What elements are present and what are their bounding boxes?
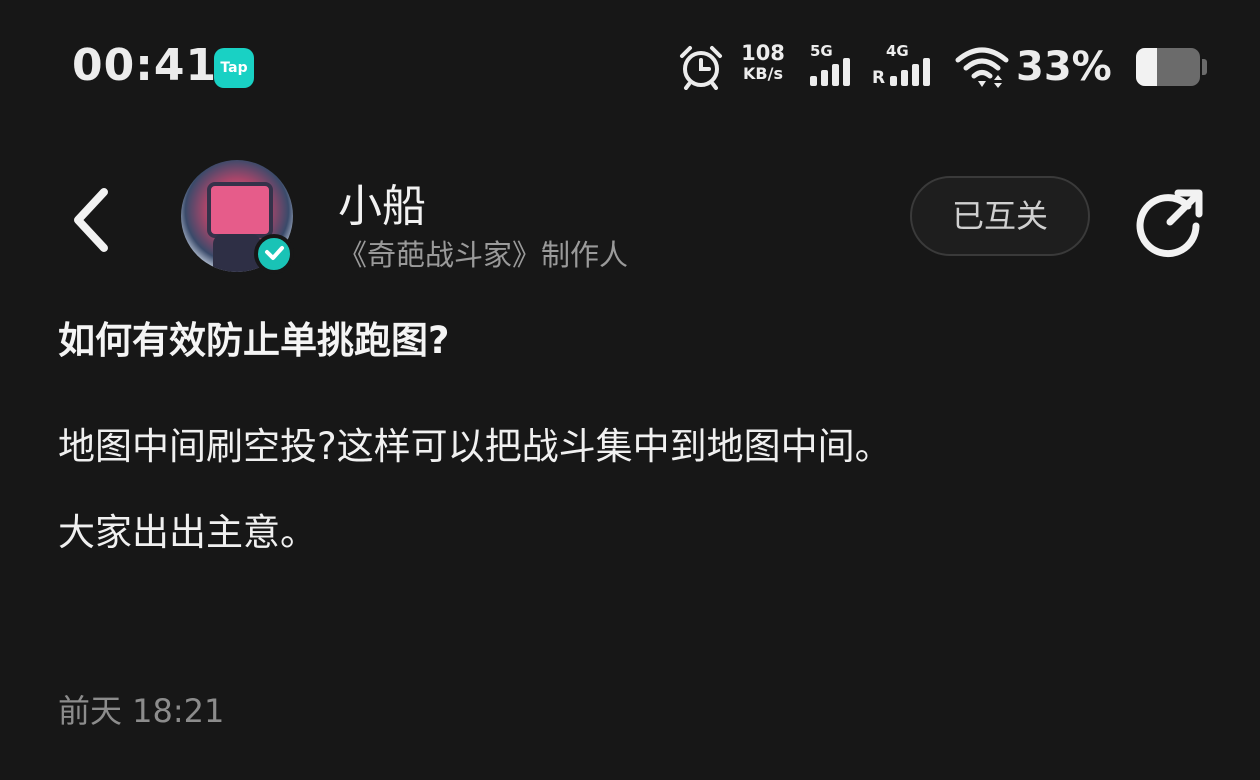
avatar-screen-graphic — [207, 182, 273, 238]
back-button[interactable] — [60, 180, 120, 260]
chevron-left-icon — [74, 188, 108, 252]
post-body-paragraph: 大家出出主意。 — [58, 511, 317, 554]
post-title: 如何有效防止单挑跑图? — [58, 319, 450, 362]
taptap-app-icon: Tap — [214, 48, 254, 88]
network-speed-value: 108 — [741, 41, 785, 65]
battery-tip — [1202, 59, 1207, 75]
mutual-follow-button[interactable]: 已互关 — [910, 176, 1090, 256]
status-time: 00:41 — [72, 40, 218, 91]
user-name[interactable]: 小船 — [338, 170, 426, 234]
share-icon — [1136, 189, 1203, 258]
alarm-clock-icon — [680, 46, 722, 90]
sim1-signal-bars-icon — [810, 58, 850, 86]
status-bar: 00:41 Tap 108 KB/s 5G 4G R 33% — [0, 0, 1260, 130]
battery-level-fill — [1136, 48, 1158, 86]
user-role: 《奇葩战斗家》制作人 — [338, 238, 629, 272]
post-timestamp: 前天 18:21 — [58, 692, 225, 730]
network-speed-unit: KB/s — [743, 64, 783, 83]
post-body: 地图中间刷空投?这样可以把战斗集中到地图中间。 大家出出主意。 — [58, 404, 1208, 576]
sim1-signal: 5G — [810, 42, 862, 90]
share-button[interactable] — [1130, 184, 1208, 262]
battery-icon — [1136, 48, 1200, 86]
network-speed: 108 KB/s — [736, 42, 790, 84]
wifi-icon — [955, 47, 1009, 88]
sim2-signal-bars-icon — [890, 58, 930, 86]
post-body-paragraph: 地图中间刷空投?这样可以把战斗集中到地图中间。 — [58, 425, 892, 468]
battery-percent: 33% — [1016, 44, 1112, 90]
sim2-signal: 4G R — [872, 42, 936, 90]
verified-check-icon — [254, 234, 294, 274]
sim2-roaming-label: R — [872, 68, 886, 88]
